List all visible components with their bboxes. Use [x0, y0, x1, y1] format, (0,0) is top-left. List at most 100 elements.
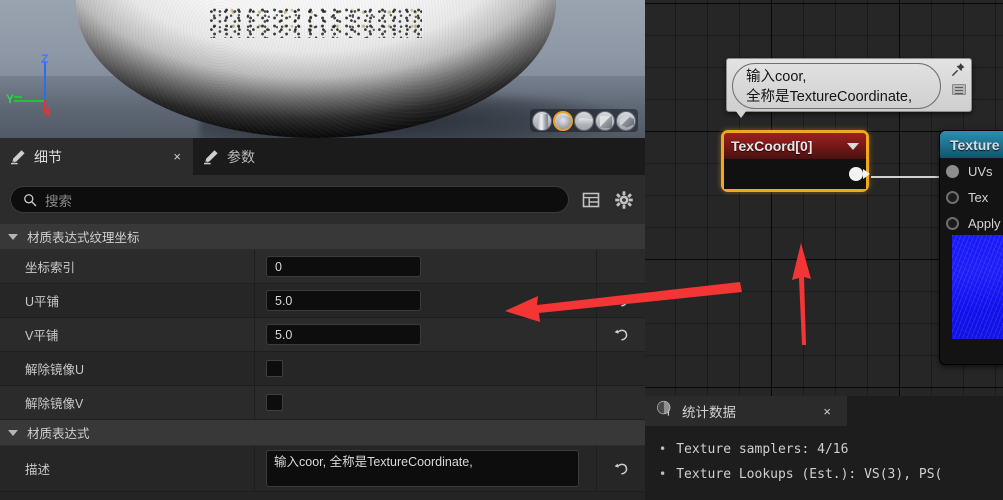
node-texcoord-title: TexCoord[0] — [731, 138, 813, 154]
axis-x-label: X — [43, 105, 52, 119]
category-label: 材质表达式纹理坐标 — [27, 231, 140, 245]
stats-panel-body: • Texture samplers: 4/16 • Texture Looku… — [645, 426, 1003, 492]
mini-panel-icon[interactable] — [952, 84, 966, 95]
uvs-pin-label: UVs — [968, 163, 993, 179]
bubble-tail — [735, 110, 747, 118]
plane-preview-button[interactable] — [574, 110, 594, 131]
axis-y-tick — [14, 96, 22, 98]
pen-icon — [203, 149, 219, 165]
stats-line-text: Texture samplers: 4/16 — [676, 442, 849, 457]
cube-preview-button[interactable] — [595, 110, 615, 131]
property-label: U平铺 — [0, 284, 255, 317]
node-texcoord-header[interactable]: TexCoord[0] — [724, 133, 866, 159]
sphere-preview-button[interactable] — [553, 110, 573, 131]
preview-shape-toolbar[interactable] — [530, 109, 638, 132]
revert-icon[interactable] — [612, 459, 632, 479]
details-tab-bar: 细节 × 参数 — [0, 138, 645, 175]
chevron-down-icon — [8, 429, 18, 436]
stats-panel-close-icon[interactable]: × — [823, 404, 831, 419]
stats-panel-title: 统计数据 — [682, 405, 736, 420]
gear-icon[interactable] — [613, 189, 635, 211]
search-input[interactable]: 搜索 — [10, 186, 569, 213]
uvs-pin-icon[interactable] — [946, 164, 959, 178]
node-texture-sample[interactable]: Texture UVs Tex Apply — [939, 130, 1003, 365]
property-label: 解除镜像V — [0, 386, 255, 419]
tab-parameters-label: 参数 — [227, 148, 255, 165]
property-row-u-tiling[interactable]: U平铺 5.0 — [0, 284, 645, 318]
tab-details[interactable]: 细节 × — [0, 138, 193, 175]
property-row-coord-index[interactable]: 坐标索引 0 — [0, 250, 645, 284]
tab-parameters[interactable]: 参数 — [193, 138, 267, 175]
axis-gizmo: Z Y X — [6, 53, 64, 119]
category-label: 材质表达式 — [27, 427, 90, 441]
node-pin-tex[interactable]: Tex — [940, 184, 1003, 210]
node-texture-header[interactable]: Texture — [940, 131, 1003, 158]
node-texture-title: Texture — [950, 136, 1000, 153]
node-texcoord[interactable]: TexCoord[0] — [721, 130, 870, 192]
property-row-unmirror-v[interactable]: 解除镜像V — [0, 386, 645, 420]
bullet-icon: • — [659, 467, 667, 481]
property-row-description[interactable]: 描述 输入coor, 全称是TextureCoordinate, — [0, 446, 645, 492]
property-value-cell: 5.0 — [255, 318, 645, 351]
axis-z-line — [44, 61, 46, 101]
property-label: V平铺 — [0, 318, 255, 351]
tab-details-label: 细节 — [34, 148, 62, 165]
bullet-icon: • — [659, 442, 667, 456]
u-tiling-input[interactable]: 5.0 — [266, 290, 421, 311]
axis-z-label: Z — [41, 52, 49, 66]
property-value-cell — [255, 386, 645, 419]
tex-pin-icon[interactable] — [946, 190, 959, 204]
axis-y-label: Y — [6, 92, 15, 106]
left-column: Z Y X 细节 × 参数 搜索 材质表达式纹理坐标 坐标索引 0 U平铺 5.… — [0, 0, 645, 500]
table-view-icon[interactable] — [580, 189, 602, 211]
app-window: Z Y X 细节 × 参数 搜索 材质表达式纹理坐标 坐标索引 0 U平铺 5.… — [0, 0, 1003, 500]
revert-icon[interactable] — [612, 325, 632, 345]
unmirror-u-checkbox[interactable] — [266, 360, 283, 377]
search-icon — [23, 193, 37, 207]
revert-icon[interactable] — [612, 291, 632, 311]
description-textarea[interactable]: 输入coor, 全称是TextureCoordinate, — [266, 450, 579, 487]
stats-panel: i 统计数据 × • Texture samplers: 4/16 • Text… — [645, 396, 1003, 500]
property-value-cell: 0 — [255, 250, 645, 283]
tab-details-close-icon[interactable]: × — [173, 150, 181, 163]
property-list: 材质表达式纹理坐标 坐标索引 0 U平铺 5.0 V平铺 5.0 解除镜像U 解… — [0, 224, 645, 500]
property-label: 坐标索引 — [0, 250, 255, 283]
search-placeholder: 搜索 — [45, 193, 72, 209]
sphere-speckles — [210, 8, 422, 39]
v-tiling-input[interactable]: 5.0 — [266, 324, 421, 345]
stats-info-icon: i — [656, 400, 673, 422]
apply-pin-icon[interactable] — [946, 216, 959, 230]
chevron-down-icon[interactable] — [847, 142, 859, 150]
node-pin-uvs[interactable]: UVs — [940, 158, 1003, 184]
unmirror-v-checkbox[interactable] — [266, 394, 283, 411]
material-preview-viewport[interactable]: Z Y X — [0, 0, 645, 138]
svg-text:i: i — [667, 410, 669, 417]
pen-icon — [10, 149, 26, 165]
node-texture-preview — [952, 235, 1003, 339]
tex-pin-label: Tex — [968, 189, 989, 205]
node-pin-apply[interactable]: Apply — [940, 210, 1003, 236]
category-header-material-expression[interactable]: 材质表达式 — [0, 420, 645, 446]
stats-line: • Texture Lookups (Est.): VS(3), PS( — [659, 467, 1003, 492]
stats-line: • Texture samplers: 4/16 — [659, 442, 1003, 467]
comment-text: 输入coor, 全称是TextureCoordinate, — [732, 63, 941, 109]
cylinder-preview-button[interactable] — [532, 110, 552, 131]
category-header-texture-coordinate[interactable]: 材质表达式纹理坐标 — [0, 224, 645, 250]
node-comment-bubble[interactable]: 输入coor, 全称是TextureCoordinate, — [726, 58, 972, 118]
pin-icon[interactable] — [951, 62, 966, 77]
property-row-v-tiling[interactable]: V平铺 5.0 — [0, 318, 645, 352]
property-value-cell: 输入coor, 全称是TextureCoordinate, — [255, 446, 645, 491]
coord-index-input[interactable]: 0 — [266, 256, 421, 277]
property-row-unmirror-u[interactable]: 解除镜像U — [0, 352, 645, 386]
node-texcoord-output-pin[interactable] — [849, 167, 863, 181]
property-value-cell: 5.0 — [255, 284, 645, 317]
axis-y-line — [14, 100, 46, 102]
apply-pin-label: Apply — [968, 215, 1001, 231]
property-label: 描述 — [0, 446, 255, 491]
property-label: 解除镜像U — [0, 352, 255, 385]
stats-line-text: Texture Lookups (Est.): VS(3), PS( — [676, 467, 943, 482]
node-texcoord-body — [724, 159, 870, 189]
custom-mesh-preview-button[interactable] — [616, 110, 636, 131]
chevron-down-icon — [8, 233, 18, 240]
stats-panel-header[interactable]: i 统计数据 × — [645, 396, 847, 426]
